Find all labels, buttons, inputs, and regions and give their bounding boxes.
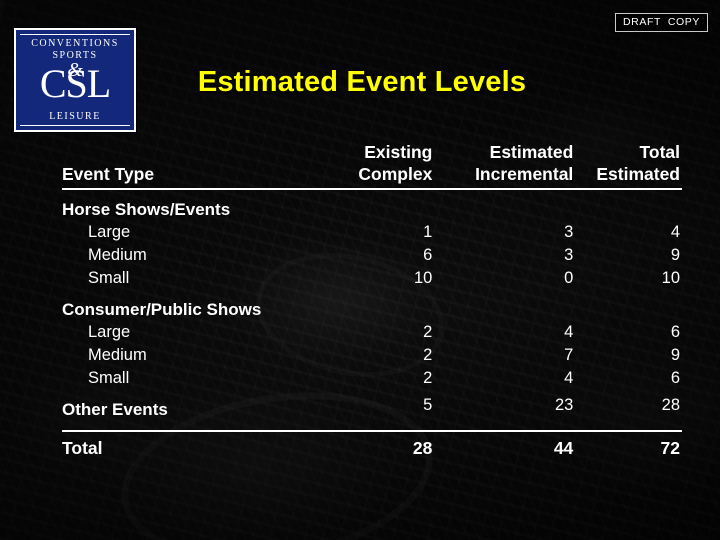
row-label: Medium: [88, 246, 147, 264]
row-label: Large: [88, 323, 131, 341]
row-label: Medium: [88, 346, 147, 364]
header-existing-line2: Complex: [297, 164, 441, 190]
table: Existing Estimated Total Event Type Comp…: [62, 142, 682, 462]
row-total: 10: [661, 269, 680, 287]
table-spacer: [62, 421, 682, 431]
header-blank: [62, 142, 298, 164]
logo-bottom-rule: [20, 125, 130, 126]
table-group-header: Horse Shows/Events: [62, 189, 682, 221]
row-incremental: 4: [564, 323, 574, 341]
table-row: Large 2 4 6: [62, 321, 682, 344]
slide: DRAFT COPY CONVENTIONS SPORTS & CSL LEIS…: [0, 0, 720, 540]
table-header-row-1: Existing Estimated Total: [62, 142, 682, 164]
totals-total: 72: [581, 430, 682, 462]
draft-copy-stamp: DRAFT COPY: [615, 13, 708, 32]
table-row: Medium 6 3 9: [62, 244, 682, 267]
logo-monogram: CSL: [39, 61, 111, 106]
row-incremental: 3: [564, 223, 574, 241]
header-event-type: Event Type: [62, 164, 298, 190]
event-levels-table: Existing Estimated Total Event Type Comp…: [62, 142, 682, 462]
row-label: Small: [88, 369, 130, 387]
header-total-line2: Estimated: [581, 164, 682, 190]
row-existing: 1: [423, 223, 433, 241]
header-total-line1: Total: [639, 142, 680, 162]
row-total: 9: [670, 246, 680, 264]
row-incremental: 3: [564, 246, 574, 264]
row-incremental: 23: [554, 396, 574, 414]
csl-logo: CONVENTIONS SPORTS & CSL LEISURE: [14, 28, 136, 132]
header-existing-line1: Existing: [364, 142, 433, 162]
row-incremental: 7: [564, 346, 574, 364]
logo-top-rule: [20, 34, 130, 35]
row-existing: 10: [413, 269, 433, 287]
row-incremental: 4: [564, 369, 574, 387]
totals-label: Total: [62, 430, 298, 462]
row-total: 6: [670, 323, 680, 341]
totals-existing: 28: [297, 430, 441, 462]
row-existing: 2: [423, 323, 433, 341]
row-total: 9: [670, 346, 680, 364]
slide-title: Estimated Event Levels: [197, 66, 527, 98]
header-estimated-line2: Incremental: [440, 164, 582, 190]
row-label: Large: [88, 223, 131, 241]
row-label: Small: [88, 269, 130, 287]
header-estimated-line1: Estimated: [489, 142, 574, 162]
logo-line-leisure: LEISURE: [49, 111, 101, 122]
row-existing: 6: [423, 246, 433, 264]
row-total: 4: [670, 223, 680, 241]
row-total: 28: [661, 396, 680, 414]
table-header-row-2: Event Type Complex Incremental Estimated: [62, 164, 682, 190]
table-totals-row: Total 28 44 72: [62, 430, 682, 462]
logo-line-conventions: CONVENTIONS: [31, 38, 119, 49]
row-total: 6: [670, 369, 680, 387]
totals-incremental: 44: [440, 430, 582, 462]
row-existing: 2: [423, 346, 433, 364]
table-row: Small 2 4 6: [62, 367, 682, 390]
table-row: Medium 2 7 9: [62, 344, 682, 367]
row-existing: 5: [423, 396, 433, 414]
table-row: Small 10 0 10: [62, 267, 682, 290]
row-existing: 2: [423, 369, 433, 387]
table-group-header: Consumer/Public Shows: [62, 290, 682, 321]
table-row: Large 1 3 4: [62, 221, 682, 244]
row-label: Other Events: [62, 400, 168, 419]
group-label: Horse Shows/Events: [62, 200, 231, 219]
table-row-other-events: Other Events 5 23 28: [62, 390, 682, 421]
group-label: Consumer/Public Shows: [62, 300, 262, 319]
row-incremental: 0: [564, 269, 574, 287]
